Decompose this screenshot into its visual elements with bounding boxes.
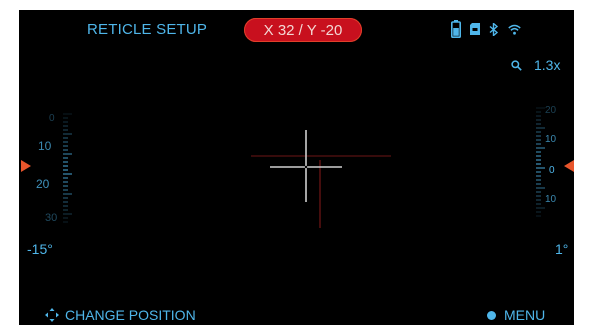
reticle-center-dot	[304, 165, 308, 169]
menu-label: MENU	[504, 307, 546, 323]
change-position-label: CHANGE POSITION	[65, 307, 196, 323]
change-position-hint[interactable]: CHANGE POSITION	[45, 307, 196, 323]
menu-button[interactable]: MENU	[487, 307, 545, 323]
move-arrows-icon	[45, 308, 59, 322]
menu-dot-icon	[487, 310, 496, 320]
rifle-scope-screen: RETICLE SETUP X 32 / Y -20 1.3x 0 10 20 …	[19, 10, 574, 325]
reticle-overlay	[251, 130, 391, 228]
